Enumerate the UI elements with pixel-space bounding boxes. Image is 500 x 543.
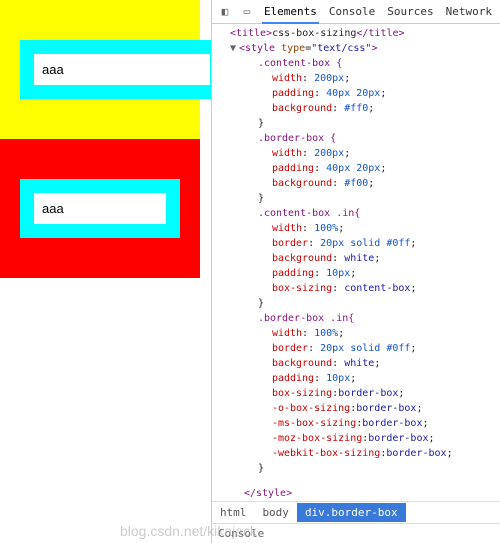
crumb-body[interactable]: body [254, 503, 297, 522]
tab-console[interactable]: Console [327, 1, 377, 22]
border-box-inner: aaa [20, 179, 180, 238]
preview-pane: aaa aaa [0, 0, 212, 543]
tab-network[interactable]: Network [444, 1, 494, 22]
inspect-icon[interactable]: ◧ [218, 5, 232, 18]
watermark-text: blog.csdn.net/kikajack [120, 523, 257, 539]
crumb-html[interactable]: html [212, 503, 255, 522]
tab-elements[interactable]: Elements [262, 1, 319, 24]
breadcrumb: html body div.border-box [212, 501, 500, 523]
devtools-tabbar: ◧ ▭ Elements Console Sources Network [212, 0, 500, 24]
content-box-inner: aaa [20, 40, 212, 99]
title-text: css-box-sizing [272, 28, 356, 39]
devtools-panel: ◧ ▭ Elements Console Sources Network <ti… [212, 0, 500, 543]
device-toggle-icon[interactable]: ▭ [240, 5, 254, 18]
border-box-demo: aaa [0, 139, 200, 278]
expand-icon[interactable]: ▼ [230, 41, 239, 56]
crumb-selected[interactable]: div.border-box [297, 503, 406, 522]
tab-sources[interactable]: Sources [385, 1, 435, 22]
elements-tree[interactable]: <title>css-box-sizing</title> ▼<style ty… [212, 24, 500, 501]
content-box-demo: aaa [0, 0, 200, 139]
